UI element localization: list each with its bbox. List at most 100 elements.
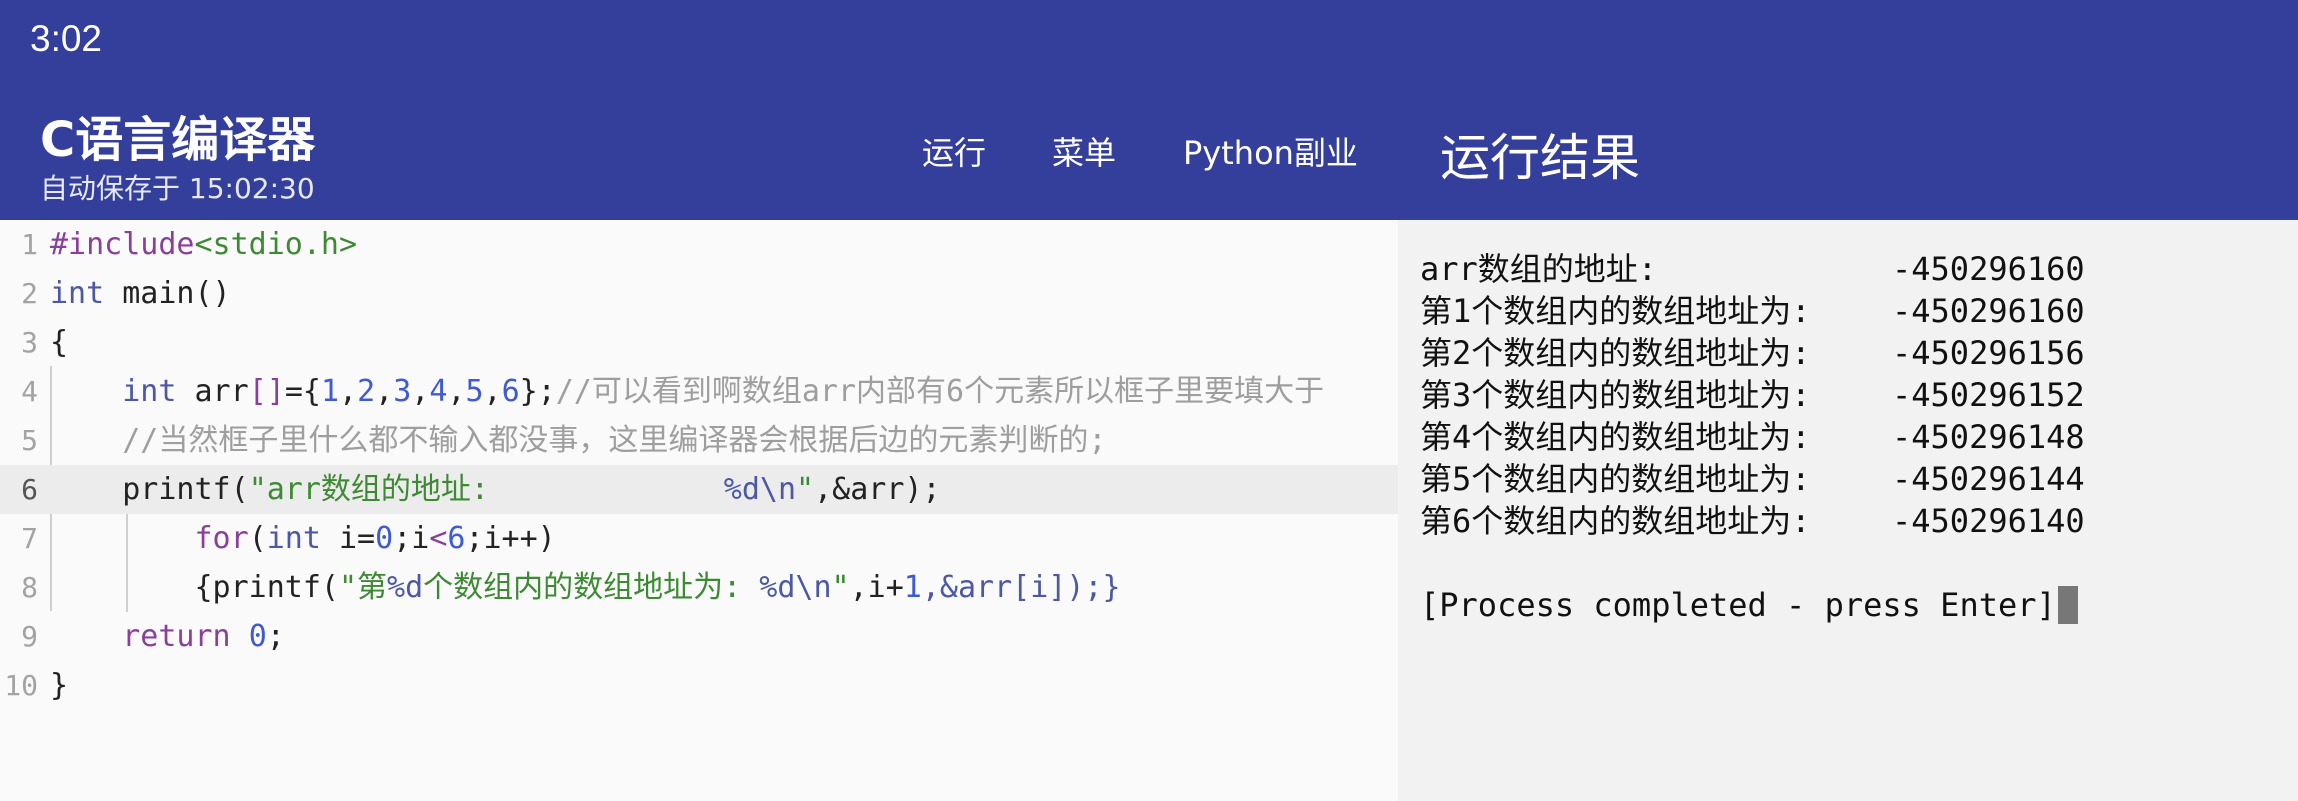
code-editor[interactable]: 1 #include<stdio.h> 2 int main() 3{4 int arr…: [0, 220, 1398, 801]
code-text: int arr[]={1,2,3,4,5,6};//可以看到啊数组arr内部有6…: [50, 367, 1324, 416]
code-token: 2: [357, 374, 376, 409]
code-token: <: [429, 521, 448, 556]
code-token: ,&arr);: [814, 472, 941, 507]
run-button[interactable]: 运行: [922, 128, 986, 174]
code-token: {printf(: [50, 570, 339, 605]
code-token: #include: [50, 227, 195, 262]
code-line[interactable]: 10}: [0, 661, 1398, 710]
code-token: return: [122, 619, 231, 654]
code-text: //当然框子里什么都不输入都没事，这里编译器会根据后边的元素判断的;: [50, 416, 1106, 465]
code-token: 3: [393, 374, 412, 409]
output-line: 第4个数组内的数组地址为: -450296148: [1420, 416, 2085, 458]
code-text: {: [50, 318, 68, 367]
code-token: ;i++): [465, 521, 556, 556]
run-result-tab[interactable]: 运行结果: [1440, 118, 1640, 190]
line-number: 3: [21, 326, 38, 359]
code-line[interactable]: 4 int arr[]={1,2,3,4,5,6};//可以看到啊数组arr内部…: [0, 367, 1398, 416]
code-line[interactable]: 5 //当然框子里什么都不输入都没事，这里编译器会根据后边的元素判断的;: [0, 416, 1398, 465]
code-token: ;i: [393, 521, 430, 556]
line-number: 1: [21, 228, 38, 261]
output-line: 第1个数组内的数组地址为: -450296160: [1420, 290, 2085, 332]
code-token: int: [266, 521, 321, 556]
python-sideline-button[interactable]: Python副业: [1183, 128, 1358, 174]
line-number: 10: [4, 669, 38, 702]
code-token: 0: [375, 521, 394, 556]
code-line[interactable]: 9 return 0;: [0, 612, 1398, 661]
terminal-cursor: [2057, 586, 2078, 624]
line-number: 8: [21, 571, 38, 604]
output-value: -450296160: [1892, 250, 2085, 288]
code-token: //可以看到啊数组arr内部有6个元素所以框子里要填大于: [555, 374, 1325, 409]
line-number: 5: [21, 424, 38, 457]
code-token: \n: [759, 472, 797, 507]
output-label: 第1个数组内的数组地址为:: [1420, 292, 1811, 330]
line-number: 4: [21, 375, 38, 408]
code-token: %d: [759, 570, 796, 605]
output-label: 第5个数组内的数组地址为:: [1420, 460, 1811, 498]
code-token: 0: [248, 619, 267, 654]
menu-button[interactable]: 菜单: [1052, 128, 1116, 174]
code-token: arr: [176, 374, 249, 409]
code-token: ,: [447, 374, 466, 409]
line-number: 2: [21, 277, 38, 310]
output-line: 第2个数组内的数组地址为: -450296156: [1420, 332, 2085, 374]
output-value: -450296140: [1892, 502, 2085, 540]
code-token: \n: [795, 570, 832, 605]
code-token: main(): [104, 276, 231, 311]
output-label: 第2个数组内的数组地址为:: [1420, 334, 1811, 372]
line-number: 7: [21, 522, 38, 555]
code-token: ,: [339, 374, 358, 409]
code-token: ,: [375, 374, 394, 409]
status-bar-time: 3:02: [30, 18, 103, 59]
output-label: arr数组的地址:: [1420, 250, 1658, 288]
code-token: //当然框子里什么都不输入都没事，这里编译器会根据后边的元素判断的;: [122, 423, 1107, 458]
code-line[interactable]: 6 printf("arr数组的地址: %d\n",&arr);: [0, 465, 1398, 514]
code-token: 4: [429, 374, 448, 409]
output-label: 第4个数组内的数组地址为:: [1420, 418, 1811, 456]
process-completed-text: [Process completed - press Enter]: [1420, 586, 2056, 624]
code-line[interactable]: 7 for(int i=0;i<6;i++): [0, 514, 1398, 563]
code-token: ={: [284, 374, 321, 409]
app-bar: 3:02 C语言编译器 自动保存于 15:02:30 运行 菜单 Python副…: [0, 0, 2298, 220]
run-output-panel[interactable]: arr数组的地址: -450296160 第1个数组内的数组地址为: -4502961…: [1398, 220, 2298, 801]
code-token: };: [519, 374, 556, 409]
code-line[interactable]: 1 #include<stdio.h>: [0, 220, 1398, 269]
app-title: C语言编译器: [40, 112, 316, 168]
code-token: for: [194, 521, 249, 556]
code-token: []: [248, 374, 285, 409]
code-line[interactable]: 8 {printf("第%d个数组内的数组地址为: %d\n",i+1,&arr…: [0, 563, 1398, 612]
code-token: %d: [387, 570, 424, 605]
output-value: -450296160: [1892, 292, 2085, 330]
code-token: printf(: [50, 472, 249, 507]
code-token: 1: [903, 570, 922, 605]
output-line: 第3个数组内的数组地址为: -450296152: [1420, 374, 2085, 416]
code-text: int main(): [50, 269, 231, 318]
code-token: ,: [483, 374, 502, 409]
code-text: printf("arr数组的地址: %d\n",&arr);: [50, 465, 941, 514]
output-value: -450296144: [1892, 460, 2085, 498]
line-number: 9: [21, 620, 38, 653]
code-token: %d: [723, 472, 760, 507]
code-line[interactable]: 3{: [0, 318, 1398, 367]
output-line: arr数组的地址: -450296160: [1420, 248, 2085, 290]
output-value: -450296152: [1892, 376, 2085, 414]
output-label: 第6个数组内的数组地址为:: [1420, 502, 1811, 540]
code-text: }: [50, 661, 68, 710]
autosave-status: 自动保存于 15:02:30: [40, 172, 315, 205]
code-text: #include<stdio.h>: [50, 220, 357, 269]
code-token: ,&arr[i]);}: [921, 570, 1121, 605]
code-token: "第: [338, 570, 388, 605]
output-line: 第5个数组内的数组地址为: -450296144: [1420, 458, 2085, 500]
code-token: 1: [320, 374, 339, 409]
code-token: ": [796, 472, 815, 507]
code-token: int: [122, 374, 177, 409]
code-token: 6: [501, 374, 520, 409]
code-token: {: [50, 325, 69, 360]
code-line[interactable]: 2 int main(): [0, 269, 1398, 318]
code-text: for(int i=0;i<6;i++): [50, 514, 556, 563]
code-token: 个数组内的数组地址为:: [423, 570, 760, 605]
